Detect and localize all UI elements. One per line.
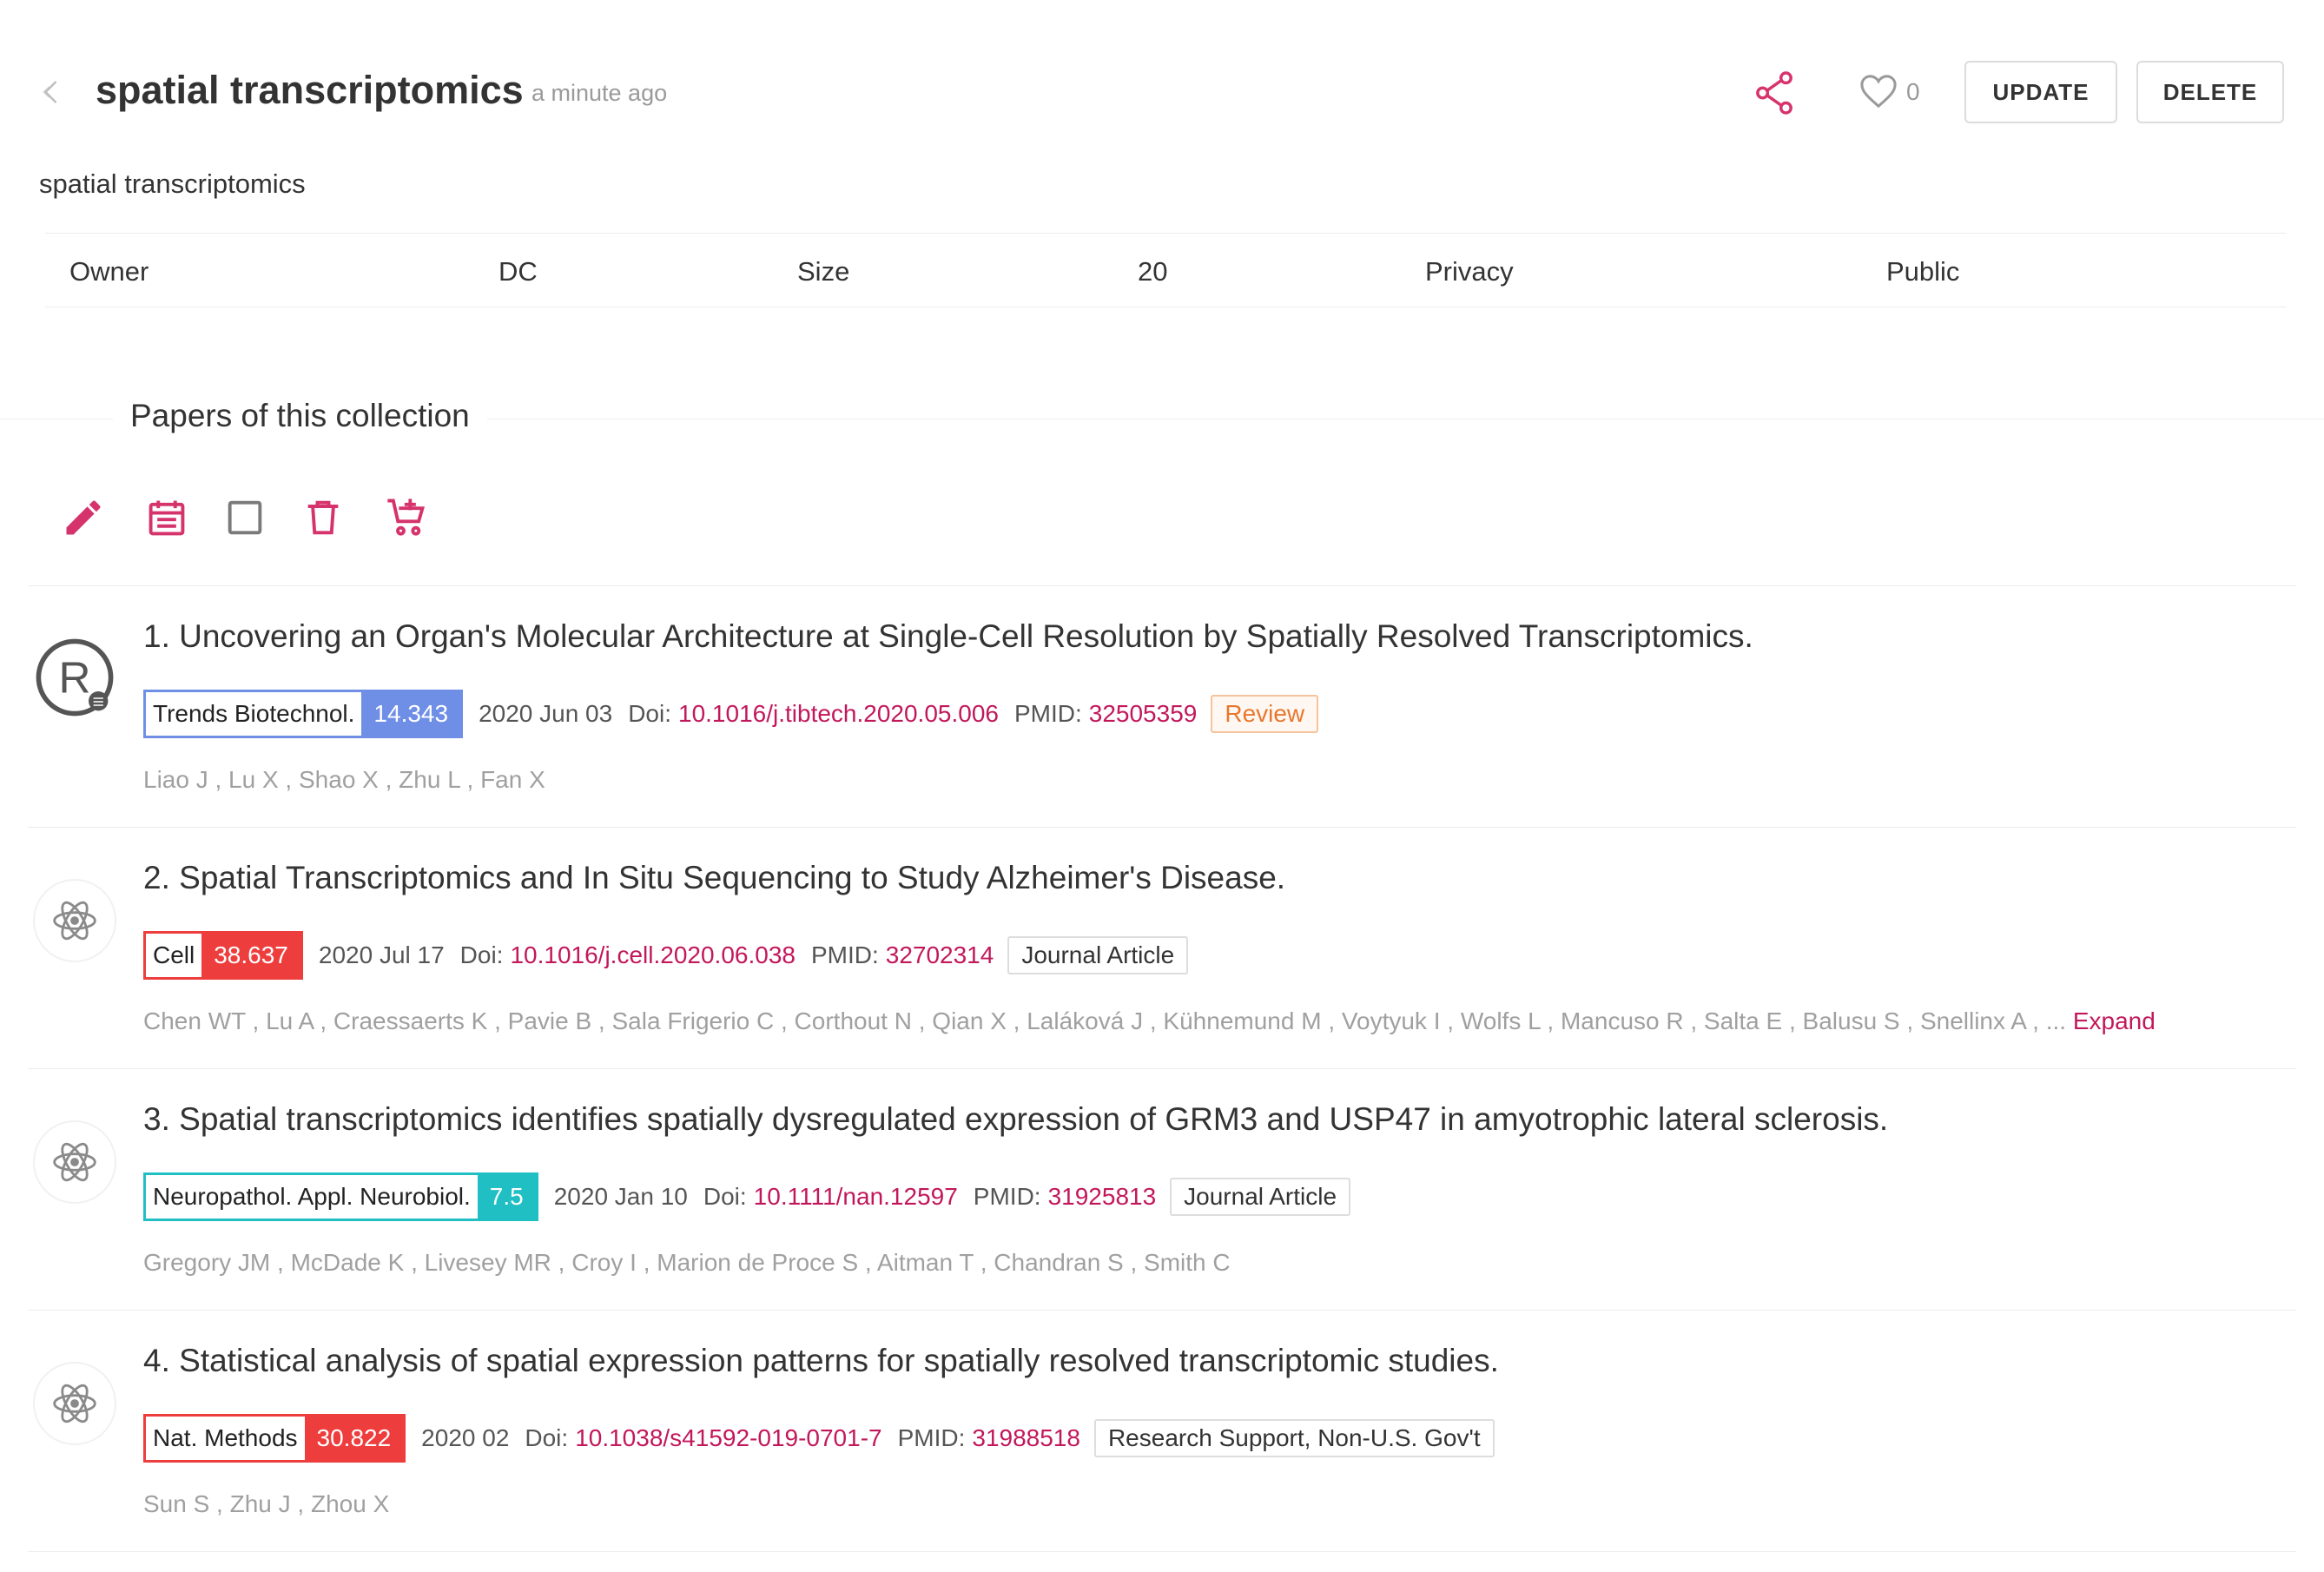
journal-badge[interactable]: Nat. Methods 30.822	[143, 1414, 406, 1463]
journal-badge[interactable]: Neuropathol. Appl. Neurobiol. 7.5	[143, 1172, 538, 1221]
journal-name: Neuropathol. Appl. Neurobiol.	[146, 1175, 478, 1219]
paper-divider	[28, 827, 2296, 828]
doi-label: Doi:	[628, 700, 671, 727]
journal-badge[interactable]: Cell 38.637	[143, 931, 303, 980]
atom-icon	[33, 1120, 116, 1204]
atom-icon	[33, 1362, 116, 1445]
pmid-link[interactable]: 31988518	[972, 1424, 1080, 1452]
journal-name: Trends Biotechnol.	[146, 692, 362, 736]
pmid-link[interactable]: 32702314	[886, 941, 994, 969]
checkbox-icon[interactable]	[222, 495, 267, 540]
doi-link[interactable]: 10.1038/s41592-019-0701-7	[575, 1424, 881, 1452]
doi-link[interactable]: 10.1111/nan.12597	[754, 1183, 958, 1211]
privacy-label: Privacy	[1425, 256, 1514, 287]
calendar-icon[interactable]	[144, 495, 189, 540]
pmid-label: PMID:	[973, 1183, 1041, 1210]
collection-title: spatial transcriptomics	[96, 68, 524, 112]
collection-description: spatial transcriptomics	[39, 168, 306, 199]
authors-text: Liao J , Lu X , Shao X , Zhu L , Fan X	[143, 766, 545, 793]
paper-divider	[28, 1551, 2296, 1552]
svg-text:R: R	[59, 653, 91, 703]
paper-divider	[28, 1068, 2296, 1069]
share-icon[interactable]	[1754, 71, 1794, 115]
paper-divider	[28, 1310, 2296, 1311]
doi-label: Doi:	[525, 1424, 569, 1451]
impact-factor: 30.822	[304, 1417, 404, 1460]
expand-authors-link[interactable]: Expand	[2073, 1007, 2156, 1034]
paper-title[interactable]: 3. Spatial transcriptomics identifies sp…	[143, 1101, 1888, 1138]
paper-authors: Liao J , Lu X , Shao X , Zhu L , Fan X	[143, 766, 545, 794]
privacy-value: Public	[1886, 256, 1960, 287]
section-title: Papers of this collection	[113, 398, 487, 434]
paper-title[interactable]: 2. Spatial Transcriptomics and In Situ S…	[143, 860, 1285, 896]
paper-title[interactable]: 4. Statistical analysis of spatial expre…	[143, 1343, 1499, 1379]
pmid-label: PMID:	[1013, 700, 1082, 727]
paper-title[interactable]: 1. Uncovering an Organ's Molecular Archi…	[143, 618, 1753, 655]
back-arrow-icon[interactable]	[35, 76, 69, 111]
publish-date: 2020 Jun 03	[479, 700, 613, 727]
journal-name: Cell	[146, 934, 202, 977]
impact-factor: 38.637	[201, 934, 300, 977]
cart-add-icon[interactable]	[384, 495, 429, 540]
collection-meta-table: Owner DC Size 20 Privacy Public	[45, 233, 2286, 307]
size-value: 20	[1138, 256, 1168, 287]
journal-name: Nat. Methods	[146, 1417, 305, 1460]
paper-divider	[28, 585, 2296, 586]
collection-header: spatial transcriptomics a minute ago 0 U…	[0, 0, 2324, 191]
authors-text: Chen WT , Lu A , Craessaerts K , Pavie B…	[143, 1007, 2067, 1034]
paper-meta-row: Nat. Methods 30.822 2020 02 Doi: 10.1038…	[143, 1414, 1495, 1463]
pmid-label: PMID:	[810, 941, 879, 968]
article-type-tag: Journal Article	[1007, 936, 1189, 974]
pmid-link[interactable]: 32505359	[1089, 700, 1198, 728]
paper-authors: Gregory JM , McDade K , Livesey MR , Cro…	[143, 1249, 1231, 1277]
updated-time: a minute ago	[531, 80, 668, 106]
article-type-tag: Review	[1211, 695, 1319, 733]
paper-authors: Chen WT , Lu A , Craessaerts K , Pavie B…	[143, 1007, 2156, 1035]
paper-meta-row: Cell 38.637 2020 Jul 17 Doi: 10.1016/j.c…	[143, 931, 1189, 980]
size-label: Size	[797, 256, 850, 287]
article-type-tag: Journal Article	[1170, 1178, 1351, 1216]
publish-date: 2020 02	[421, 1424, 510, 1451]
paper-meta-row: Neuropathol. Appl. Neurobiol. 7.5 2020 J…	[143, 1172, 1351, 1221]
update-button[interactable]: UPDATE	[1964, 61, 2117, 123]
pmid-link[interactable]: 31925813	[1048, 1183, 1157, 1211]
paper-meta-row: Trends Biotechnol. 14.343 2020 Jun 03 Do…	[143, 690, 1319, 738]
journal-logo-icon: R	[33, 636, 116, 719]
pmid-label: PMID:	[897, 1424, 966, 1451]
impact-factor: 14.343	[361, 692, 461, 736]
article-type-tag: Research Support, Non-U.S. Gov't	[1093, 1419, 1495, 1457]
pencil-icon[interactable]	[61, 495, 106, 540]
paper-authors: Sun S , Zhu J , Zhou X	[143, 1490, 389, 1518]
impact-factor: 7.5	[477, 1175, 536, 1219]
trash-icon[interactable]	[300, 495, 346, 540]
heart-icon[interactable]	[1859, 73, 1900, 111]
delete-button[interactable]: DELETE	[2136, 61, 2284, 123]
publish-date: 2020 Jul 17	[318, 941, 445, 968]
doi-label: Doi:	[703, 1183, 747, 1210]
journal-badge[interactable]: Trends Biotechnol. 14.343	[143, 690, 464, 738]
doi-label: Doi:	[459, 941, 504, 968]
doi-link[interactable]: 10.1016/j.tibtech.2020.05.006	[678, 700, 999, 728]
owner-label: Owner	[69, 256, 149, 287]
authors-text: Sun S , Zhu J , Zhou X	[143, 1490, 390, 1517]
doi-link[interactable]: 10.1016/j.cell.2020.06.038	[510, 941, 796, 969]
like-count: 0	[1906, 78, 1920, 105]
authors-text: Gregory JM , McDade K , Livesey MR , Cro…	[143, 1249, 1231, 1276]
owner-value: DC	[498, 256, 538, 287]
publish-date: 2020 Jan 10	[553, 1183, 688, 1210]
atom-icon	[33, 879, 116, 962]
